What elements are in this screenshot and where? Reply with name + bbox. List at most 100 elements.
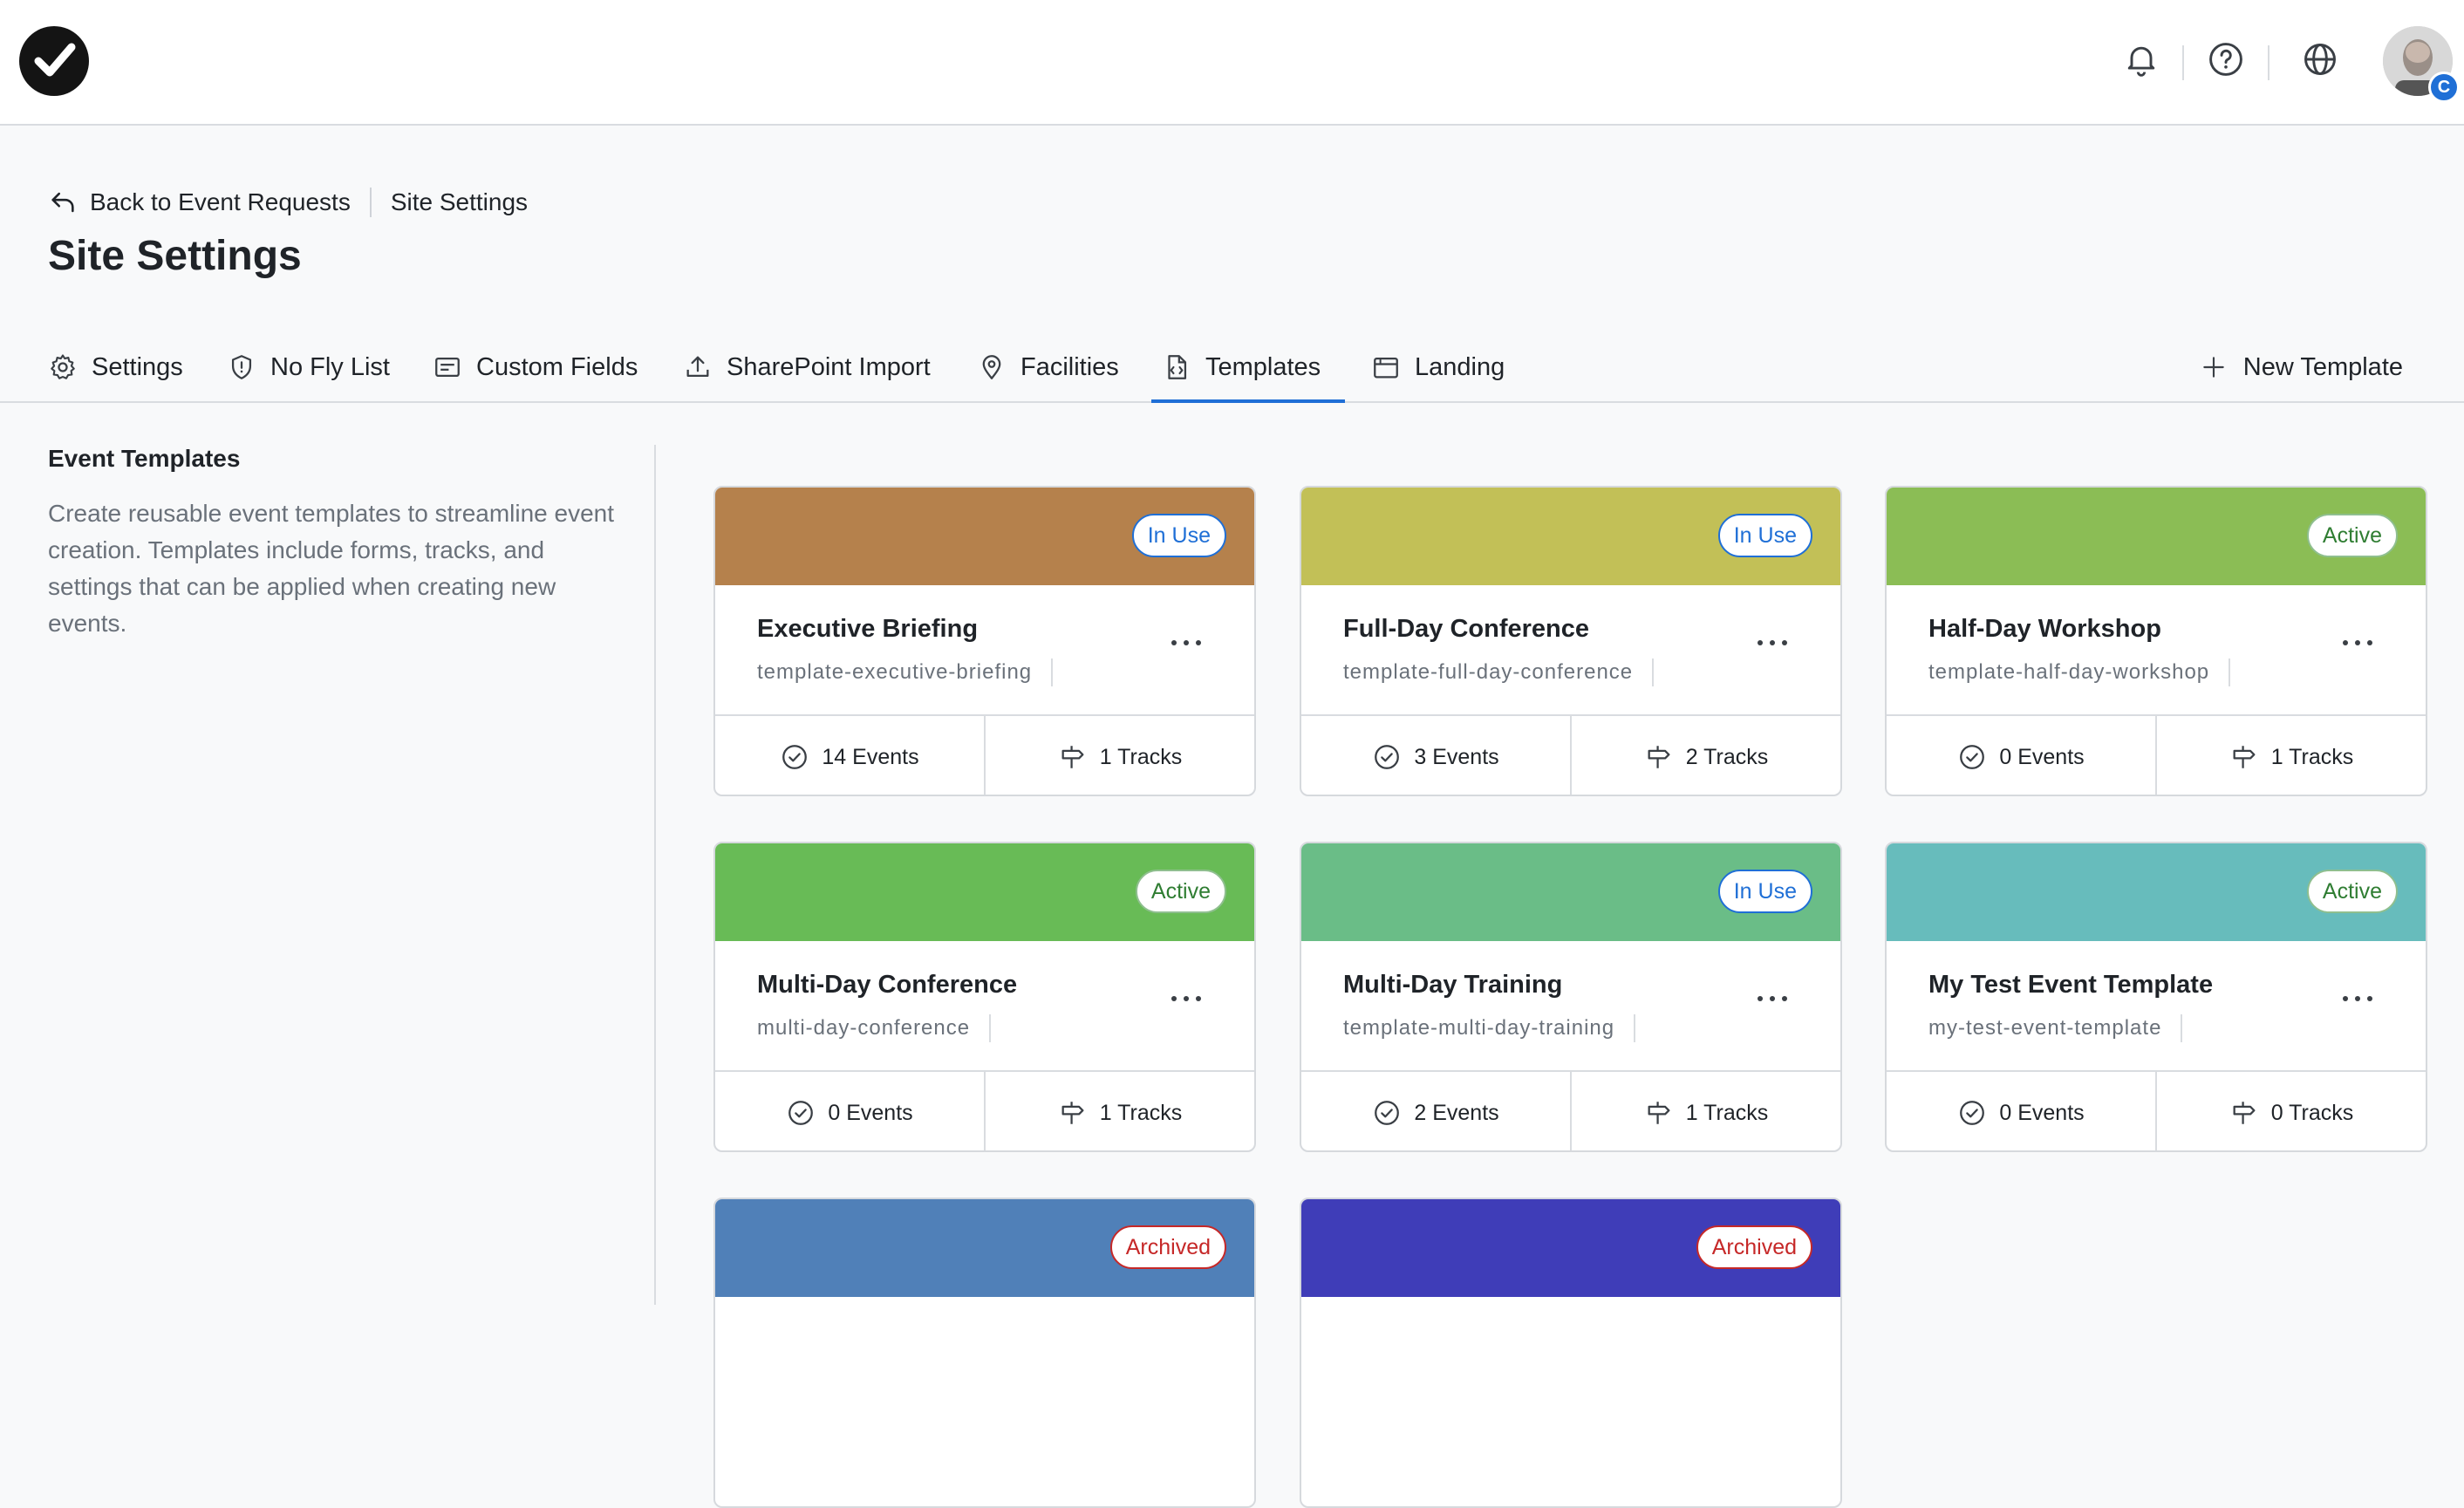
upload-icon: [686, 356, 709, 378]
card-stats: 0 Events 1 Tracks: [1887, 714, 2426, 795]
new-template-button[interactable]: New Template: [2200, 331, 2403, 403]
card-stats: 0 Events 0 Tracks: [1887, 1070, 2426, 1150]
globe-icon[interactable]: [2301, 40, 2339, 78]
header-divider: [2268, 45, 2269, 80]
back-link[interactable]: Back to Event Requests: [90, 188, 351, 216]
events-count-label: 0 Events: [1999, 1100, 2085, 1125]
more-options-icon[interactable]: [1171, 992, 1202, 1001]
template-name: Multi-Day Training: [1343, 971, 1563, 999]
form-icon: [435, 357, 460, 378]
events-count-label: 0 Events: [1999, 744, 2085, 769]
template-card[interactable]: In Use Full-Day Conference template-full-d…: [1300, 486, 1842, 796]
tracks-count-label: 1 Tracks: [1099, 744, 1183, 769]
tracks-count: 2 Tracks: [1570, 716, 1840, 795]
plus-icon: [2203, 357, 2224, 378]
page-title: Site Settings: [48, 233, 302, 279]
template-slug: template-executive-briefing: [757, 658, 1054, 686]
tab-settings[interactable]: Settings: [48, 331, 183, 403]
tab-label: Custom Fields: [476, 352, 638, 381]
slug-text: template-executive-briefing: [757, 660, 1033, 684]
tab-landing[interactable]: Landing: [1371, 331, 1505, 403]
section-description: Create reusable event templates to strea…: [48, 500, 615, 637]
events-count: 0 Events: [1887, 716, 2155, 795]
template-card[interactable]: Archived: [1300, 1198, 1842, 1508]
new-template-label: New Template: [2242, 352, 2403, 381]
more-options-icon[interactable]: [1757, 636, 1788, 645]
tracks-count-label: 1 Tracks: [2270, 744, 2354, 769]
card-stats: 2 Events 1 Tracks: [1301, 1070, 1840, 1150]
top-bar: C: [0, 0, 2464, 126]
check-circle-icon: [1960, 745, 1985, 769]
header-divider: [2182, 45, 2184, 80]
template-slug: template-multi-day-training: [1343, 1014, 1636, 1042]
templates-intro: Event Templates Create reusable event te…: [48, 445, 615, 642]
template-card[interactable]: In Use Executive Briefing template-executi…: [713, 486, 1256, 796]
bell-icon[interactable]: [2122, 40, 2160, 78]
signpost-icon: [2233, 1102, 2256, 1124]
tab-templates[interactable]: Templates: [1162, 331, 1321, 403]
tracks-count: 1 Tracks: [984, 716, 1254, 795]
slug-divider: [989, 1014, 992, 1042]
card-stats: 14 Events 1 Tracks: [715, 714, 1254, 795]
signpost-icon: [1061, 1102, 1084, 1124]
tracks-count: 1 Tracks: [984, 1072, 1254, 1150]
app-logo-icon[interactable]: [19, 26, 89, 96]
more-options-icon[interactable]: [1757, 992, 1788, 1001]
template-card[interactable]: In Use Multi-Day Training template-multi-d…: [1300, 842, 1842, 1152]
slug-text: my-test-event-template: [1928, 1016, 2162, 1040]
template-name: My Test Event Template: [1928, 971, 2214, 999]
template-slug: template-full-day-conference: [1343, 658, 1655, 686]
slug-text: template-half-day-workshop: [1928, 660, 2210, 684]
slug-text: multi-day-conference: [757, 1016, 971, 1040]
status-badge: Active: [1135, 870, 1226, 913]
template-name: Half-Day Workshop: [1928, 615, 2161, 643]
events-count-label: 2 Events: [1414, 1100, 1499, 1125]
back-arrow-icon[interactable]: [48, 188, 78, 217]
more-options-icon[interactable]: [2342, 992, 2373, 1001]
location-pin-icon: [982, 355, 1001, 379]
check-circle-icon: [1375, 745, 1400, 769]
events-count: 2 Events: [1301, 1072, 1570, 1150]
status-badge: Archived: [1109, 1225, 1226, 1269]
tab-label: SharePoint Import: [727, 352, 931, 381]
signpost-icon: [1648, 1102, 1670, 1124]
slug-divider: [1051, 658, 1054, 686]
more-options-icon[interactable]: [1171, 636, 1202, 645]
tab-facilities[interactable]: Facilities: [977, 331, 1119, 403]
help-icon[interactable]: [2207, 40, 2245, 78]
check-circle-icon: [782, 745, 808, 769]
tab-label: Templates: [1205, 352, 1321, 381]
tab-no-fly-list[interactable]: No Fly List: [227, 331, 390, 403]
template-card[interactable]: Active Multi-Day Conference multi-day-conf…: [713, 842, 1256, 1152]
events-count: 0 Events: [715, 1072, 984, 1150]
status-badge: In Use: [1717, 514, 1812, 557]
template-card[interactable]: Active My Test Event Template my-test-even…: [1885, 842, 2427, 1152]
shield-icon: [231, 355, 252, 379]
tracks-count-label: 2 Tracks: [1685, 744, 1769, 769]
events-count: 3 Events: [1301, 716, 1570, 795]
template-slug: multi-day-conference: [757, 1014, 992, 1042]
tab-label: Landing: [1415, 352, 1505, 381]
template-name: Full-Day Conference: [1343, 615, 1589, 643]
tab-label: Facilities: [1020, 352, 1119, 381]
template-card[interactable]: Archived: [713, 1198, 1256, 1508]
active-tab-indicator: [1151, 399, 1345, 403]
slug-divider: [2181, 1014, 2183, 1042]
calendar-icon: [1374, 357, 1398, 379]
tab-sharepoint-import[interactable]: SharePoint Import: [683, 331, 931, 403]
gear-icon: [51, 354, 75, 379]
more-options-icon[interactable]: [2342, 636, 2373, 645]
template-card[interactable]: Active Half-Day Workshop template-half-day…: [1885, 486, 2427, 796]
avatar-badge: C: [2428, 72, 2460, 103]
tracks-count-label: 0 Tracks: [2270, 1100, 2354, 1125]
tab-custom-fields[interactable]: Custom Fields: [433, 331, 638, 403]
signpost-icon: [1061, 746, 1084, 768]
slug-text: template-full-day-conference: [1343, 660, 1634, 684]
slug-divider: [2229, 658, 2231, 686]
slug-divider: [1634, 1014, 1636, 1042]
breadcrumb-separator: [369, 188, 372, 217]
tracks-count-label: 1 Tracks: [1685, 1100, 1769, 1125]
status-badge: Active: [2306, 870, 2398, 913]
template-icon: [1168, 355, 1187, 379]
status-badge: In Use: [1131, 514, 1226, 557]
